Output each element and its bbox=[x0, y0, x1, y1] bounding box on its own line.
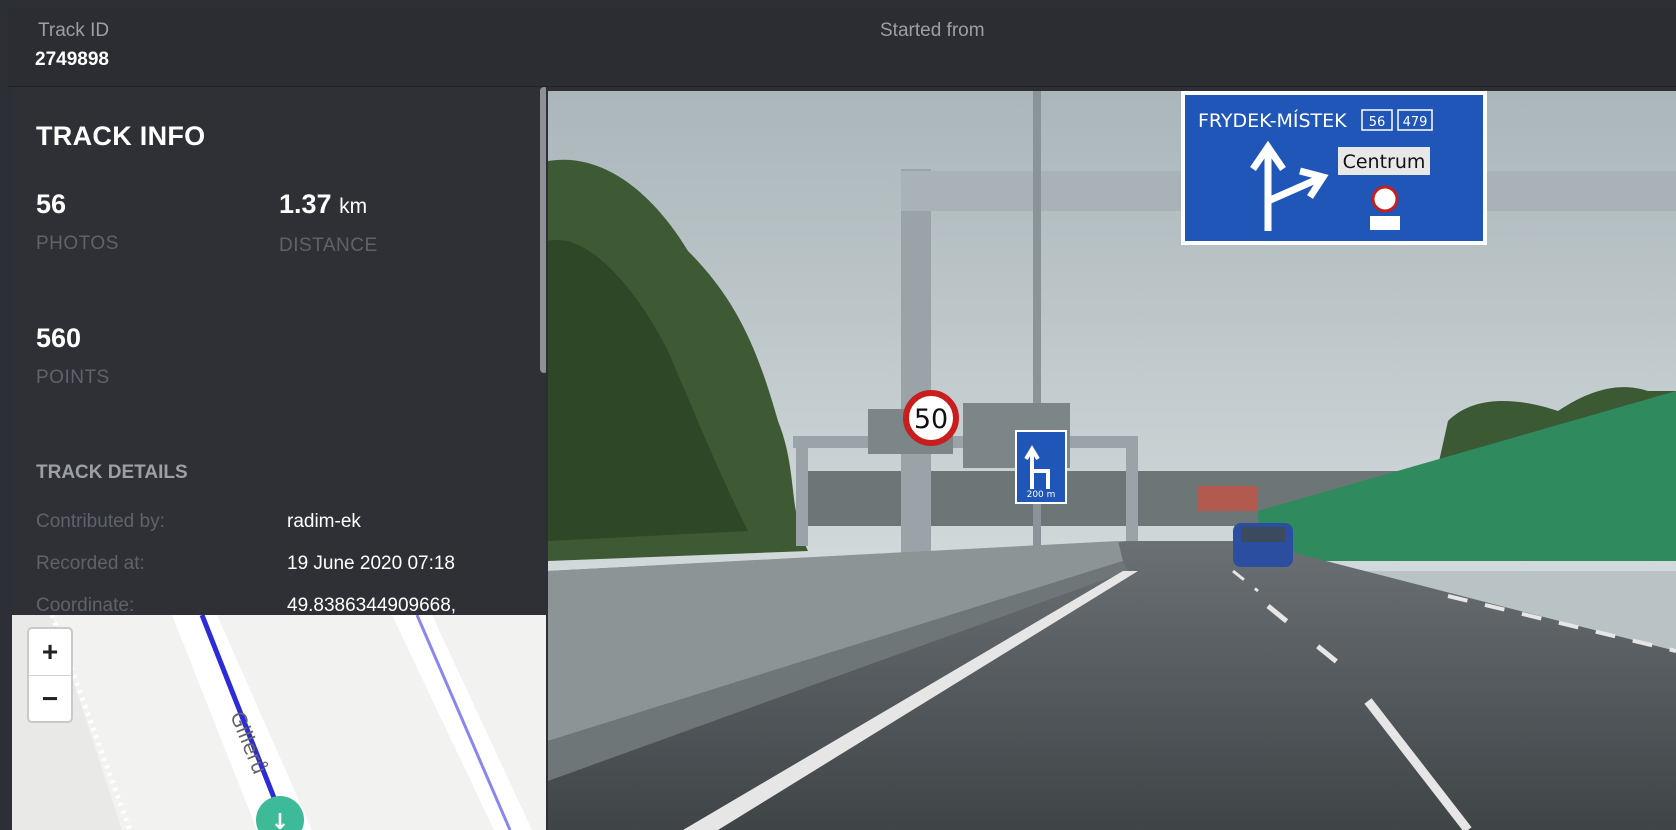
prohibition-plate bbox=[1370, 216, 1400, 230]
track-info-title: TRACK INFO bbox=[36, 121, 206, 151]
street-photo[interactable]: 50 200 m 200 m FRYDEK-MÍSTEK 56 479 Cent… bbox=[548, 91, 1676, 830]
contributed-by-label: Contributed by: bbox=[36, 511, 165, 532]
distance-value: 1.37 km bbox=[279, 189, 367, 220]
zoom-out-button[interactable]: − bbox=[29, 676, 71, 722]
car-window bbox=[1241, 527, 1285, 542]
prohibition-icon bbox=[1371, 185, 1399, 213]
coordinate-value: 49.8386344909668, bbox=[287, 595, 457, 615]
panel-scrollbar[interactable] bbox=[540, 87, 546, 615]
points-count: 560 bbox=[36, 323, 82, 353]
route-number-1: 56 bbox=[1369, 115, 1386, 130]
lane-sign-distance: 200 m bbox=[1027, 490, 1056, 500]
gantry-pole bbox=[901, 169, 931, 569]
track-map[interactable]: Gillerů ↓ + − bbox=[12, 615, 546, 830]
sign-city: FRYDEK-MÍSTEK bbox=[1198, 109, 1347, 132]
track-info-panel: TRACK INFO 56 PHOTOS 1.37 km DISTANCE 56… bbox=[12, 87, 546, 615]
top-bar: Track ID 2749898 Started from bbox=[8, 8, 1676, 87]
points-label: POINTS bbox=[36, 367, 110, 388]
red-building bbox=[1198, 486, 1258, 511]
recorded-at-label: Recorded at: bbox=[36, 553, 145, 574]
route-number-2: 479 bbox=[1403, 115, 1428, 130]
track-id-value: 2749898 bbox=[35, 49, 109, 70]
map-zoom-control: + − bbox=[27, 627, 73, 723]
map-canvas[interactable]: Gillerů ↓ bbox=[12, 615, 546, 830]
speed-limit-value: 50 bbox=[914, 404, 948, 435]
recorded-at-value: 19 June 2020 07:18 bbox=[287, 553, 455, 574]
distance-number: 1.37 bbox=[279, 189, 332, 219]
marker-arrow-icon: ↓ bbox=[271, 810, 289, 830]
sign-centrum: Centrum bbox=[1343, 151, 1426, 173]
photo-canvas: 50 200 m 200 m FRYDEK-MÍSTEK 56 479 Cent… bbox=[548, 91, 1676, 830]
app-window: Track ID 2749898 Started from TRACK INFO… bbox=[0, 0, 1676, 830]
contributed-by-value[interactable]: radim-ek bbox=[287, 511, 361, 533]
distance-unit: km bbox=[339, 195, 368, 218]
photos-label: PHOTOS bbox=[36, 233, 119, 254]
track-details-title: TRACK DETAILS bbox=[36, 462, 188, 483]
track-id-label: Track ID bbox=[38, 20, 110, 41]
secondary-gantry-left bbox=[796, 436, 808, 546]
secondary-gantry-right bbox=[1126, 436, 1138, 546]
photos-count: 56 bbox=[36, 189, 67, 219]
distance-label: DISTANCE bbox=[279, 235, 378, 256]
zoom-in-button[interactable]: + bbox=[29, 629, 71, 676]
panel-scroll-thumb[interactable] bbox=[540, 87, 546, 373]
started-from-label: Started from bbox=[880, 20, 985, 41]
coordinate-label: Coordinate: bbox=[36, 595, 135, 615]
